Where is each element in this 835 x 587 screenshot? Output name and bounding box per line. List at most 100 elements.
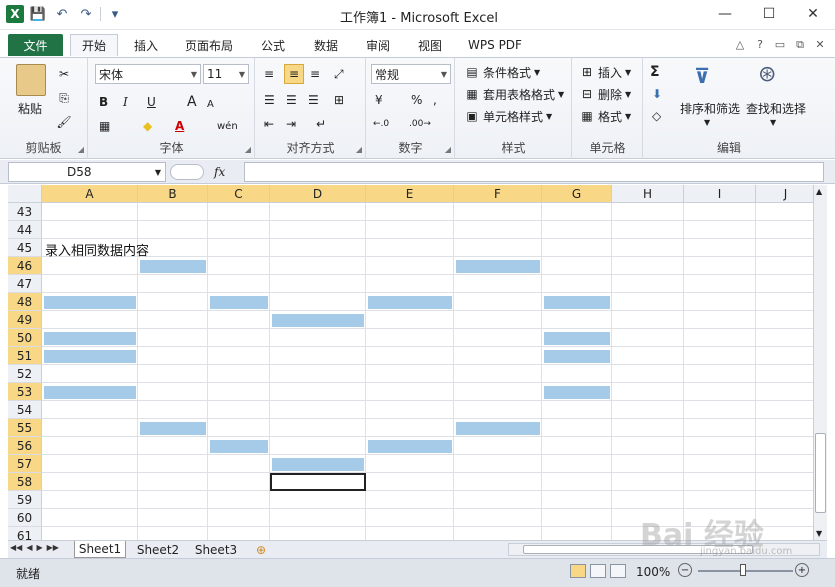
save-icon[interactable]: 💾 [28, 5, 48, 23]
align-center-icon[interactable]: ☰ [286, 90, 297, 110]
row-header-47[interactable]: 47 [8, 275, 42, 293]
cell-d59[interactable] [270, 491, 366, 509]
row-header-50[interactable]: 50 [8, 329, 42, 347]
cell-f53[interactable] [454, 383, 542, 401]
close-button[interactable]: ✕ [791, 0, 835, 28]
cell-a47[interactable] [42, 275, 138, 293]
cell-g46[interactable] [542, 257, 612, 275]
cell-c43[interactable] [208, 203, 270, 221]
cell-i54[interactable] [684, 401, 756, 419]
copy-icon[interactable]: ⎘ [56, 88, 72, 108]
sheet-tab-2[interactable]: Sheet2 [132, 541, 184, 558]
cell-i48[interactable] [684, 293, 756, 311]
increase-decimal-button[interactable]: ←.0 [373, 114, 389, 134]
cell-g57[interactable] [542, 455, 612, 473]
number-launcher-icon[interactable]: ◢ [445, 145, 451, 154]
cell-g49[interactable] [542, 311, 612, 329]
tab-file[interactable]: 文件 [8, 34, 63, 56]
cell-h45[interactable] [612, 239, 684, 257]
cell-d53[interactable] [270, 383, 366, 401]
formula-bar-toggle[interactable] [170, 164, 204, 180]
grow-font-button[interactable]: A [187, 92, 197, 112]
cell-i43[interactable] [684, 203, 756, 221]
cell-f59[interactable] [454, 491, 542, 509]
cell-e61[interactable] [366, 527, 454, 540]
cell-f56[interactable] [454, 437, 542, 455]
column-header-f[interactable]: F [454, 185, 542, 203]
workbook-restore-icon[interactable]: ⧉ [793, 38, 807, 52]
alignment-launcher-icon[interactable]: ◢ [356, 145, 362, 154]
decrease-indent-icon[interactable]: ⇤ [264, 114, 274, 134]
scroll-up-icon[interactable]: ▲ [816, 187, 822, 196]
cell-j60[interactable] [756, 509, 813, 527]
cut-icon[interactable]: ✂ [56, 64, 72, 84]
cell-a49[interactable] [42, 311, 138, 329]
cell-b44[interactable] [138, 221, 208, 239]
cell-a61[interactable] [42, 527, 138, 540]
cell-h49[interactable] [612, 311, 684, 329]
tab-review[interactable]: 审阅 [360, 34, 396, 56]
cell-j45[interactable] [756, 239, 813, 257]
cell-g47[interactable] [542, 275, 612, 293]
cell-c55[interactable] [208, 419, 270, 437]
conditional-format-button[interactable]: ▤ 条件格式 ▼ [464, 62, 540, 82]
column-header-c[interactable]: C [208, 185, 270, 203]
column-header-g[interactable]: G [542, 185, 612, 203]
cell-h53[interactable] [612, 383, 684, 401]
cell-f50[interactable] [454, 329, 542, 347]
cell-j48[interactable] [756, 293, 813, 311]
cell-i50[interactable] [684, 329, 756, 347]
row-header-49[interactable]: 49 [8, 311, 42, 329]
cell-b60[interactable] [138, 509, 208, 527]
cell-e58[interactable] [366, 473, 454, 491]
cell-j59[interactable] [756, 491, 813, 509]
cell-h54[interactable] [612, 401, 684, 419]
cell-a43[interactable] [42, 203, 138, 221]
percent-button[interactable]: % [411, 90, 422, 110]
cell-e52[interactable] [366, 365, 454, 383]
cell-b58[interactable] [138, 473, 208, 491]
cell-j53[interactable] [756, 383, 813, 401]
cell-g45[interactable] [542, 239, 612, 257]
format-cells-button[interactable]: ▦ 格式 ▼ [579, 106, 631, 126]
align-top-icon[interactable]: ≡ [264, 64, 274, 84]
find-select-dropdown-icon[interactable]: ▼ [770, 118, 776, 127]
cell-b51[interactable] [138, 347, 208, 365]
cell-d56[interactable] [270, 437, 366, 455]
cell-j54[interactable] [756, 401, 813, 419]
cell-j52[interactable] [756, 365, 813, 383]
cell-j46[interactable] [756, 257, 813, 275]
cell-b61[interactable] [138, 527, 208, 540]
clear-icon[interactable]: ◇ [652, 106, 661, 126]
clipboard-launcher-icon[interactable]: ◢ [78, 145, 84, 154]
row-header-44[interactable]: 44 [8, 221, 42, 239]
cell-f45[interactable] [454, 239, 542, 257]
cell-e47[interactable] [366, 275, 454, 293]
row-header-48[interactable]: 48 [8, 293, 42, 311]
minimize-button[interactable]: — [703, 0, 747, 28]
cell-g61[interactable] [542, 527, 612, 540]
cell-d48[interactable] [270, 293, 366, 311]
cell-a46[interactable] [42, 257, 138, 275]
cell-f58[interactable] [454, 473, 542, 491]
format-as-table-button[interactable]: ▦ 套用表格格式 ▼ [464, 84, 564, 104]
cell-e60[interactable] [366, 509, 454, 527]
first-sheet-icon[interactable]: ◀◀ [10, 543, 22, 552]
cell-b50[interactable] [138, 329, 208, 347]
delete-cells-button[interactable]: ⊟ 删除 ▼ [579, 84, 631, 104]
cell-g52[interactable] [542, 365, 612, 383]
cell-g55[interactable] [542, 419, 612, 437]
cell-a58[interactable] [42, 473, 138, 491]
row-header-46[interactable]: 46 [8, 257, 42, 275]
tab-wps-pdf[interactable]: WPS PDF [462, 34, 528, 56]
cell-a55[interactable] [42, 419, 138, 437]
row-header-53[interactable]: 53 [8, 383, 42, 401]
increase-indent-icon[interactable]: ⇥ [286, 114, 296, 134]
cell-a60[interactable] [42, 509, 138, 527]
name-box[interactable]: D58 ▼ [8, 162, 166, 182]
tab-data[interactable]: 数据 [308, 34, 344, 56]
cell-d47[interactable] [270, 275, 366, 293]
cell-b56[interactable] [138, 437, 208, 455]
cell-f47[interactable] [454, 275, 542, 293]
column-header-b[interactable]: B [138, 185, 208, 203]
